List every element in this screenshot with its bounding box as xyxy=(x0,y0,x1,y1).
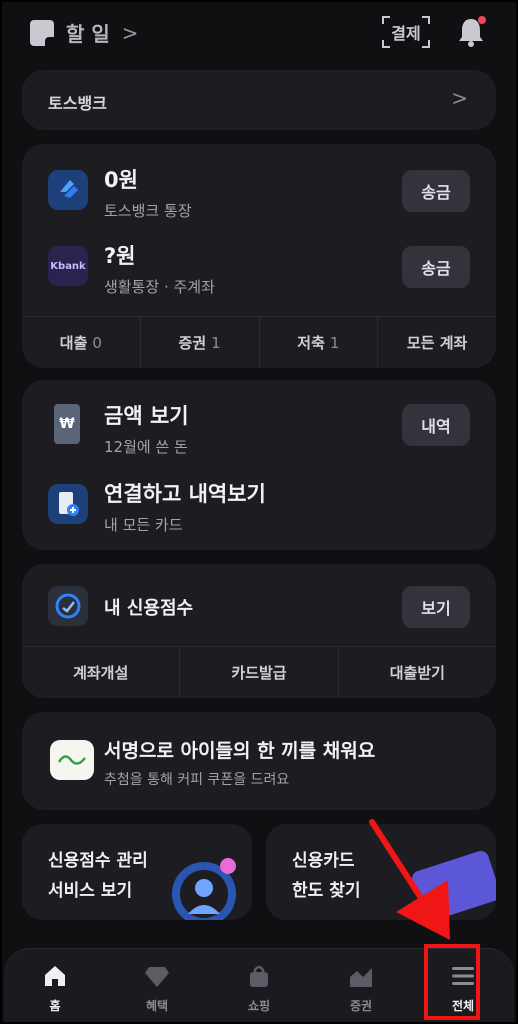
banner-text: 서명으로 아이들의 한 끼를 채워요 추첨을 통해 커피 쿠폰을 드려요 xyxy=(104,736,375,789)
tab-securities[interactable]: 증권 1 xyxy=(139,317,259,368)
promo-text: 신용점수 관리 서비스 보기 xyxy=(48,851,148,901)
tossbank-card[interactable]: 토스뱅크 > xyxy=(22,70,496,130)
banner-title: 서명으로 아이들의 한 끼를 채워요 xyxy=(104,740,376,762)
todo-link[interactable]: 할 일 > xyxy=(30,18,139,47)
top-bar: 할 일 > 결제 xyxy=(0,0,518,66)
account-category-row: 대출 0 증권 1 저축 1 모든 계좌 xyxy=(22,316,496,368)
annotation-arrow xyxy=(369,819,450,940)
connect-cards-row[interactable]: 연결하고 내역보기 내 모든 카드 xyxy=(104,478,266,535)
account-name: 생활통장 · 주계좌 xyxy=(104,278,215,296)
account-balance: ?원 xyxy=(104,244,136,268)
account-balance: 0원 xyxy=(104,168,138,192)
todo-label: 할 일 xyxy=(66,22,110,46)
credit-score-title[interactable]: 내 신용점수 xyxy=(104,594,193,620)
card-issue-link[interactable]: 카드발급 xyxy=(179,647,337,698)
tab-benefits[interactable]: 혜택 xyxy=(106,949,208,1024)
diamond-icon xyxy=(145,967,169,987)
pay-label: 결제 xyxy=(391,24,421,43)
account-name: 토스뱅크 통장 xyxy=(104,202,192,220)
transfer-button[interactable]: 송금 xyxy=(402,170,470,212)
gauge-icon xyxy=(48,586,88,626)
profile-ring-icon xyxy=(172,858,236,920)
transfer-button[interactable]: 송금 xyxy=(402,246,470,288)
tab-loan[interactable]: 대출 0 xyxy=(22,317,140,368)
view-button[interactable]: 보기 xyxy=(402,586,470,628)
spending-title: 금액 보기 xyxy=(104,404,189,428)
connect-cards-sub: 내 모든 카드 xyxy=(104,516,183,534)
tossbank-logo-icon xyxy=(48,170,88,210)
accounts-card: 0원 토스뱅크 통장 송금 Kbank ?원 생활통장 · 주계좌 송금 대출 0… xyxy=(22,144,496,368)
spending-sub: 12월에 쓴 돈 xyxy=(104,438,188,456)
home-icon xyxy=(45,966,65,986)
tab-home[interactable]: 홈 xyxy=(4,949,106,1024)
notification-bell-icon[interactable] xyxy=(456,16,486,48)
spending-row[interactable]: 금액 보기 12월에 쓴 돈 xyxy=(104,400,189,457)
won-card-icon: ₩ xyxy=(54,404,80,444)
account-row-1[interactable]: 0원 토스뱅크 통장 xyxy=(104,164,192,221)
shopping-bag-icon xyxy=(250,965,268,987)
pay-button[interactable]: 결제 xyxy=(382,16,430,48)
donation-banner[interactable]: 서명으로 아이들의 한 끼를 채워요 추첨을 통해 커피 쿠폰을 드려요 xyxy=(22,712,496,810)
tab-stocks[interactable]: 증권 xyxy=(310,949,412,1024)
chevron-right-icon: > xyxy=(451,86,468,110)
tossbank-title: 토스뱅크 xyxy=(48,94,107,113)
account-row-2[interactable]: ?원 생활통장 · 주계좌 xyxy=(104,240,215,297)
add-card-icon xyxy=(48,484,88,524)
connect-cards-title: 연결하고 내역보기 xyxy=(104,482,266,506)
stock-chart-icon xyxy=(350,968,372,987)
credit-card: 내 신용점수 보기 계좌개설 카드발급 대출받기 xyxy=(22,564,496,698)
kbank-logo-text: Kbank xyxy=(50,260,86,272)
notification-dot xyxy=(478,16,486,24)
tab-shopping[interactable]: 쇼핑 xyxy=(208,949,310,1024)
open-account-link[interactable]: 계좌개설 xyxy=(22,647,179,698)
promo-text: 신용카드 한도 찾기 xyxy=(292,851,361,901)
chevron-right-icon: > xyxy=(121,20,139,45)
spending-card: ₩ 금액 보기 12월에 쓴 돈 내역 연결하고 내역보기 내 모든 카드 xyxy=(22,380,496,550)
credit-score-promo[interactable]: 신용점수 관리 서비스 보기 xyxy=(22,824,252,920)
loan-link[interactable]: 대출받기 xyxy=(337,647,496,698)
menu-highlight-box xyxy=(424,944,480,1020)
credit-links-row: 계좌개설 카드발급 대출받기 xyxy=(22,646,496,698)
note-icon xyxy=(30,19,54,46)
tab-all-accounts[interactable]: 모든 계좌 xyxy=(377,317,496,368)
kbank-logo-icon: Kbank xyxy=(48,246,88,286)
history-button[interactable]: 내역 xyxy=(402,404,470,446)
tab-savings[interactable]: 저축 1 xyxy=(258,317,378,368)
banner-sub: 추첨을 통해 커피 쿠폰을 드려요 xyxy=(104,772,290,788)
charity-logo-icon xyxy=(50,740,94,780)
